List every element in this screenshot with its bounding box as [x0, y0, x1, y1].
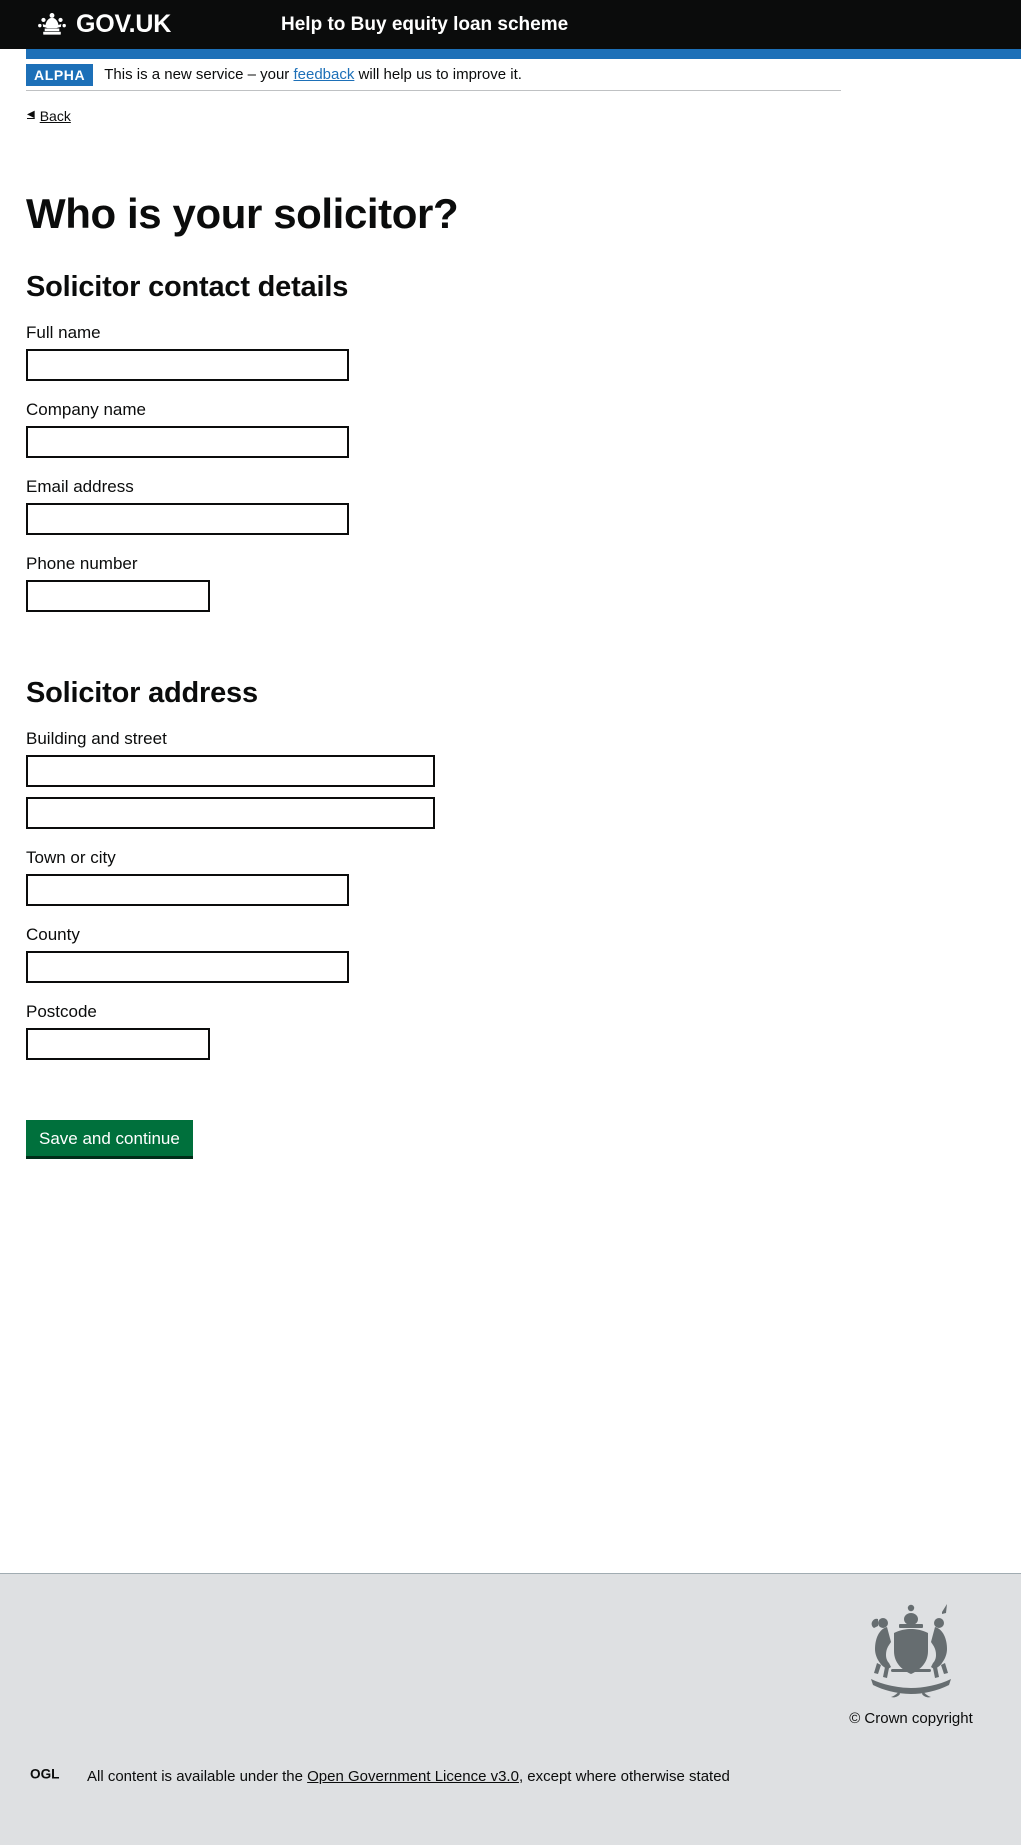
header-inner: GOV.UK Help to Buy equity loan scheme: [0, 0, 1021, 49]
crown-copyright-block: © Crown copyright: [831, 1599, 991, 1728]
back-link[interactable]: ◀ Back: [27, 108, 71, 124]
page-title: Who is your solicitor?: [26, 190, 459, 237]
label-building-and-street: Building and street: [26, 729, 167, 748]
town-or-city-field[interactable]: [26, 874, 349, 906]
contact-details-heading: Solicitor contact details: [26, 271, 349, 303]
label-postcode: Postcode: [26, 1002, 97, 1021]
field-group-county: County: [26, 906, 986, 983]
field-group-phone-number: Phone number: [26, 535, 986, 612]
blue-accent-bar: [26, 49, 1021, 59]
back-arrow-icon: ◀: [27, 109, 35, 120]
field-group-building-and-street-2: [26, 787, 986, 829]
field-group-postcode: Postcode: [26, 983, 986, 1060]
service-name-link[interactable]: Help to Buy equity loan scheme: [281, 14, 568, 36]
label-town-or-city: Town or city: [26, 848, 116, 867]
phase-banner: ALPHA This is a new service – your feedb…: [26, 59, 841, 91]
county-field[interactable]: [26, 951, 349, 983]
postcode-field[interactable]: [26, 1028, 210, 1060]
save-and-continue-button[interactable]: Save and continue: [26, 1120, 193, 1159]
feedback-link[interactable]: feedback: [293, 66, 354, 83]
crown-copyright-text: © Crown copyright: [849, 1710, 973, 1727]
phase-tag-alpha: ALPHA: [26, 63, 94, 86]
phone-number-field[interactable]: [26, 580, 210, 612]
footer-licence: OGL All content is available under the O…: [30, 1765, 730, 1788]
field-group-company-name: Company name: [26, 381, 986, 458]
full-name-field[interactable]: [26, 349, 349, 381]
phase-banner-text: This is a new service – your feedback wi…: [104, 65, 522, 85]
label-company-name: Company name: [26, 400, 147, 419]
building-and-street-field-2[interactable]: [26, 797, 435, 829]
label-full-name: Full name: [26, 323, 101, 342]
licence-text: All content is available under the Open …: [87, 1767, 730, 1787]
field-group-full-name: Full name: [26, 304, 986, 381]
phase-text-after: will help us to improve it.: [354, 65, 522, 83]
svg-text:OGL: OGL: [30, 1767, 60, 1782]
field-group-email-address: Email address: [26, 458, 986, 535]
page-footer: © Crown copyright OGL All content is ava…: [0, 1573, 1021, 1845]
address-fieldset: Building and street Town or city County …: [26, 710, 986, 1060]
govuk-header: GOV.UK Help to Buy equity loan scheme: [0, 0, 1021, 49]
label-email-address: Email address: [26, 477, 134, 496]
email-address-field[interactable]: [26, 503, 349, 535]
open-government-licence-link[interactable]: Open Government Licence v3.0: [307, 1768, 519, 1785]
company-name-field[interactable]: [26, 426, 349, 458]
royal-coat-of-arms-icon: [831, 1599, 991, 1701]
field-group-building-and-street: Building and street: [26, 710, 986, 787]
licence-text-before: All content is available under the: [87, 1767, 308, 1785]
label-county: County: [26, 925, 80, 944]
govuk-home-link[interactable]: GOV.UK: [34, 11, 171, 37]
crown-icon: [34, 11, 70, 37]
field-group-town-or-city: Town or city: [26, 829, 986, 906]
licence-text-after: , except where otherwise stated: [518, 1767, 730, 1785]
main-content: Who is your solicitor? Solicitor contact…: [26, 145, 986, 1159]
building-and-street-field[interactable]: [26, 755, 435, 787]
contact-details-fieldset: Full name Company name Email address Pho…: [26, 304, 986, 612]
footer-inner: © Crown copyright OGL All content is ava…: [0, 1574, 1021, 1845]
ogl-icon: OGL: [30, 1765, 73, 1788]
phase-text-before: This is a new service – your: [104, 65, 294, 83]
solicitor-address-heading: Solicitor address: [26, 677, 258, 709]
label-phone-number: Phone number: [26, 554, 138, 573]
govuk-brand-text: GOV.UK: [76, 10, 172, 38]
back-link-label: Back: [39, 108, 71, 124]
submit-button-wrapper: Save and continue: [26, 1060, 986, 1159]
